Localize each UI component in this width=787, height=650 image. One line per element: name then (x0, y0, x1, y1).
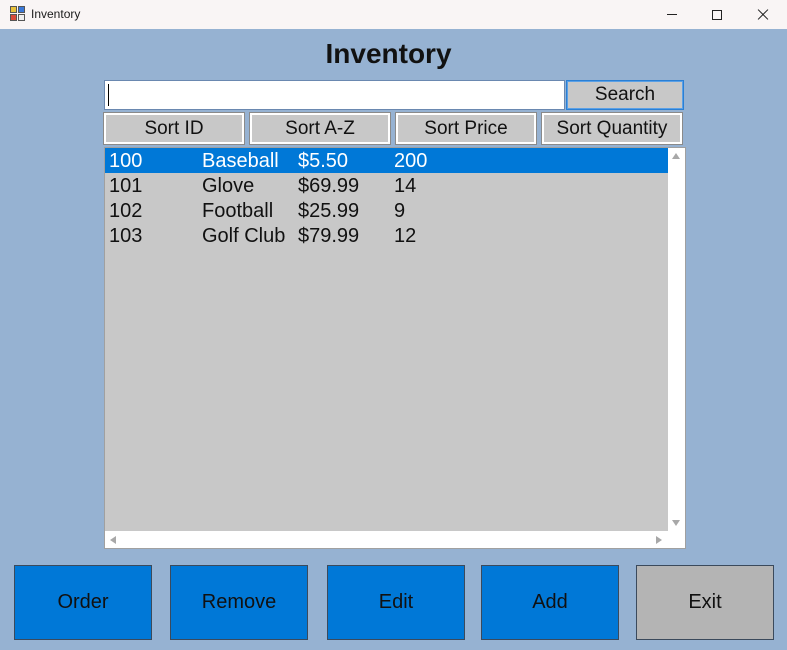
item-quantity: 200 (394, 150, 428, 172)
item-price: $79.99 (298, 225, 360, 247)
search-input[interactable] (104, 80, 565, 110)
window-title: Inventory (31, 7, 81, 21)
search-button[interactable]: Search (566, 80, 684, 110)
close-icon (757, 9, 769, 21)
sort-id-button[interactable]: Sort ID (103, 112, 245, 145)
item-price: $69.99 (298, 175, 360, 197)
list-item[interactable]: 102 Football $25.99 9 (105, 198, 668, 223)
item-id: 102 (109, 200, 143, 222)
item-price: $25.99 (298, 200, 360, 222)
page-title: Inventory (325, 38, 452, 69)
edit-button[interactable]: Edit (327, 565, 465, 640)
scroll-down-icon[interactable] (672, 520, 680, 526)
title-bar[interactable]: Inventory (0, 0, 787, 29)
item-name: Baseball (202, 150, 279, 172)
item-id: 101 (109, 175, 143, 197)
item-id: 100 (109, 150, 143, 172)
scroll-up-icon[interactable] (672, 153, 680, 159)
item-quantity: 12 (394, 225, 417, 247)
text-caret (108, 84, 109, 106)
scrollbar-corner (668, 531, 685, 548)
item-quantity: 9 (394, 200, 406, 222)
item-id: 103 (109, 225, 143, 247)
item-price: $5.50 (298, 150, 349, 172)
vertical-scrollbar[interactable] (668, 148, 685, 531)
sort-az-button[interactable]: Sort A-Z (249, 112, 391, 145)
list-item[interactable]: 100 Baseball $5.50 200 (105, 148, 668, 173)
sort-quantity-button[interactable]: Sort Quantity (541, 112, 683, 145)
list-item[interactable]: 101 Glove $69.99 14 (105, 173, 668, 198)
maximize-icon (712, 9, 722, 20)
inventory-window: Inventory Inventory Search Sort ID Sort … (0, 0, 787, 650)
item-name: Golf Club (202, 225, 286, 247)
scroll-left-icon[interactable] (110, 536, 116, 544)
maximize-button[interactable] (694, 0, 740, 29)
scroll-right-icon[interactable] (656, 536, 662, 544)
minimize-button[interactable] (649, 0, 695, 29)
remove-button[interactable]: Remove (170, 565, 308, 640)
sort-price-button[interactable]: Sort Price (395, 112, 537, 145)
inventory-list[interactable]: 100 Baseball $5.50 200 101 Glove $69.99 … (104, 147, 686, 549)
exit-button[interactable]: Exit (636, 565, 774, 640)
item-name: Football (202, 200, 274, 222)
horizontal-scrollbar[interactable] (105, 531, 668, 548)
app-grid-icon (10, 6, 26, 22)
add-button[interactable]: Add (481, 565, 619, 640)
item-quantity: 14 (394, 175, 417, 197)
item-name: Glove (202, 175, 255, 197)
order-button[interactable]: Order (14, 565, 152, 640)
close-button[interactable] (740, 0, 786, 29)
minimize-icon (667, 14, 677, 15)
list-item[interactable]: 103 Golf Club $79.99 12 (105, 223, 668, 248)
